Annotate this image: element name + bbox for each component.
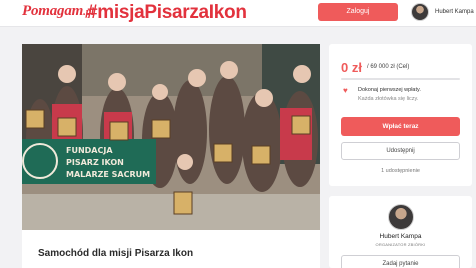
organizer-role: ORGANIZATOR ZBIÓRKI xyxy=(375,242,426,247)
campaign-hashtag: #misjaPisarzaIkon xyxy=(87,2,247,23)
top-header: Pomagam.pl #misjaPisarzaIkon Zaloguj Hub… xyxy=(0,0,476,27)
login-button[interactable]: Zaloguj xyxy=(318,3,398,21)
donation-panel: 0 zł / 69 000 zł (Cel) ♥ Dokonaj pierwsz… xyxy=(329,44,472,186)
goal-amount: / 69 000 zł (Cel) xyxy=(367,64,410,70)
banner-line-2: PISARZ IKON xyxy=(66,158,124,167)
share-count: 1 udostępnienie xyxy=(381,168,420,174)
organizer-name[interactable]: Hubert Kampa xyxy=(329,233,472,240)
banner-line-1: FUNDACJA xyxy=(66,146,113,155)
campaign-card: FUNDACJA PISARZ IKON MALARZE SACRUM Samo… xyxy=(22,44,320,268)
banner-line-3: MALARZE SACRUM xyxy=(66,170,150,179)
share-button[interactable]: Udostępnij xyxy=(341,142,460,160)
pledge-subtext: Każda złotówka się liczy. xyxy=(358,96,419,102)
user-name[interactable]: Hubert Kampa xyxy=(435,9,474,15)
user-avatar[interactable] xyxy=(411,3,429,21)
pledge-text: Dokonaj pierwszej wpłaty. xyxy=(358,87,421,93)
organizer-avatar[interactable] xyxy=(388,204,414,230)
progress-bar xyxy=(341,78,460,80)
heart-icon: ♥ xyxy=(343,86,348,95)
organizer-card: Hubert Kampa ORGANIZATOR ZBIÓRKI Zadaj p… xyxy=(329,196,472,268)
site-logo[interactable]: Pomagam.pl xyxy=(22,3,94,20)
donate-button[interactable]: Wpłać teraz xyxy=(341,117,460,136)
raised-amount: 0 zł xyxy=(341,60,362,75)
ask-question-button[interactable]: Zadaj pytanie xyxy=(341,255,460,268)
campaign-photo: FUNDACJA PISARZ IKON MALARZE SACRUM xyxy=(22,44,320,230)
campaign-title: Samochód dla misji Pisarza Ikon xyxy=(38,248,194,259)
